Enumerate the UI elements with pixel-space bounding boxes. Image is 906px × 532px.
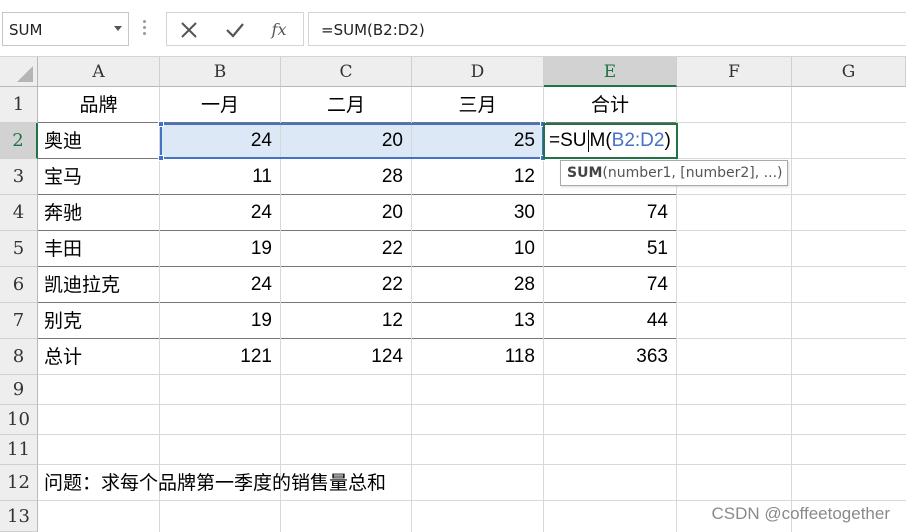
name-box[interactable]: SUM <box>2 12 129 46</box>
cell-d3[interactable]: 12 <box>412 159 544 195</box>
column-header-d[interactable]: D <box>412 57 544 87</box>
row-header-9[interactable]: 9 <box>0 375 38 405</box>
chevron-down-icon[interactable] <box>114 26 122 31</box>
row-header-12[interactable]: 12 <box>0 465 38 501</box>
cell-e8[interactable]: 363 <box>544 339 677 375</box>
gridline <box>677 302 906 303</box>
watermark: CSDN @coffeetogether <box>711 504 890 523</box>
cell-c4[interactable]: 20 <box>281 195 412 231</box>
column-header-f[interactable]: F <box>677 57 792 87</box>
function-tooltip[interactable]: SUM(number1, [number2], ...) <box>560 160 788 186</box>
active-cell-e2-editor[interactable]: =SU M(B2:D2) <box>543 123 678 159</box>
cell-c8[interactable]: 124 <box>281 339 412 375</box>
formula-bar: SUM fx =SUM(B2:D2) <box>0 0 906 57</box>
cell-e4[interactable]: 74 <box>544 195 677 231</box>
column-header-c[interactable]: C <box>281 57 412 87</box>
row-header-5[interactable]: 5 <box>0 231 38 267</box>
edit-text-suffix: M( <box>589 130 612 151</box>
formula-input[interactable]: =SUM(B2:D2) <box>308 12 906 46</box>
cell-c5[interactable]: 22 <box>281 231 412 267</box>
gridline <box>677 194 906 195</box>
cell-b2[interactable]: 24 <box>160 123 281 159</box>
cell-a6[interactable]: 凯迪拉克 <box>38 267 160 303</box>
cell-d2[interactable]: 25 <box>412 123 544 159</box>
cell-e6[interactable]: 74 <box>544 267 677 303</box>
row-header-2[interactable]: 2 <box>0 123 38 159</box>
cell-b1[interactable]: 一月 <box>160 87 281 123</box>
gridline <box>38 434 906 435</box>
row-header-4[interactable]: 4 <box>0 195 38 231</box>
gridline <box>677 158 906 159</box>
tooltip-args: (number1, [number2], ...) <box>602 165 783 181</box>
row-header-1[interactable]: 1 <box>0 87 38 123</box>
cell-d1[interactable]: 三月 <box>412 87 544 123</box>
drag-handle[interactable] <box>143 20 147 38</box>
row-header-11[interactable]: 11 <box>0 435 38 465</box>
cell-e7[interactable]: 44 <box>544 303 677 339</box>
cell-a1[interactable]: 品牌 <box>38 87 160 123</box>
cell-c7[interactable]: 12 <box>281 303 412 339</box>
cell-c3[interactable]: 28 <box>281 159 412 195</box>
column-header-g[interactable]: G <box>792 57 906 87</box>
cell-c1[interactable]: 二月 <box>281 87 412 123</box>
cell-b6[interactable]: 24 <box>160 267 281 303</box>
question-note[interactable]: 问题：求每个品牌第一季度的销售量总和 <box>38 465 638 501</box>
row-header-13[interactable]: 13 <box>0 501 38 532</box>
spreadsheet-grid: A B C D E F G 1 2 3 4 5 6 7 8 9 10 11 12… <box>0 57 906 532</box>
cell-a2[interactable]: 奥迪 <box>38 123 160 159</box>
cell-b5[interactable]: 19 <box>160 231 281 267</box>
select-all-icon <box>17 66 33 82</box>
cell-d5[interactable]: 10 <box>412 231 544 267</box>
gridline <box>677 122 906 123</box>
cell-b4[interactable]: 24 <box>160 195 281 231</box>
cell-a5[interactable]: 丰田 <box>38 231 160 267</box>
cell-c2[interactable]: 20 <box>281 123 412 159</box>
gridline <box>38 404 906 405</box>
cell-b8[interactable]: 121 <box>160 339 281 375</box>
edit-text-close: ) <box>664 130 671 151</box>
cell-a7[interactable]: 别克 <box>38 303 160 339</box>
row-header-7[interactable]: 7 <box>0 303 38 339</box>
gridline <box>677 266 906 267</box>
insert-function-icon[interactable]: fx <box>267 19 291 41</box>
name-box-value: SUM <box>9 21 43 39</box>
cell-e5[interactable]: 51 <box>544 231 677 267</box>
edit-text-prefix: =SU <box>549 130 587 151</box>
cancel-icon[interactable] <box>177 19 201 41</box>
column-header-b[interactable]: B <box>160 57 281 87</box>
check-icon[interactable] <box>223 19 247 41</box>
cell-c6[interactable]: 22 <box>281 267 412 303</box>
edit-range-ref: B2:D2 <box>611 130 665 151</box>
gridline <box>677 230 906 231</box>
row-header-6[interactable]: 6 <box>0 267 38 303</box>
column-header-a[interactable]: A <box>38 57 160 87</box>
column-header-e[interactable]: E <box>544 57 677 87</box>
cell-d6[interactable]: 28 <box>412 267 544 303</box>
select-all-button[interactable] <box>0 57 38 87</box>
cell-d4[interactable]: 30 <box>412 195 544 231</box>
cell-a8[interactable]: 总计 <box>38 339 160 375</box>
row-header-10[interactable]: 10 <box>0 405 38 435</box>
cell-b3[interactable]: 11 <box>160 159 281 195</box>
gridline <box>38 374 906 375</box>
cell-e1[interactable]: 合计 <box>544 87 677 123</box>
cell-d7[interactable]: 13 <box>412 303 544 339</box>
cell-a3[interactable]: 宝马 <box>38 159 160 195</box>
formula-buttons: fx <box>166 12 304 46</box>
cell-d8[interactable]: 118 <box>412 339 544 375</box>
row-header-3[interactable]: 3 <box>0 159 38 195</box>
formula-text: =SUM(B2:D2) <box>321 21 425 39</box>
cell-b7[interactable]: 19 <box>160 303 281 339</box>
cell-a4[interactable]: 奔驰 <box>38 195 160 231</box>
row-header-8[interactable]: 8 <box>0 339 38 375</box>
gridline <box>677 338 906 339</box>
text-caret <box>587 129 589 152</box>
tooltip-function-name[interactable]: SUM <box>567 165 602 181</box>
